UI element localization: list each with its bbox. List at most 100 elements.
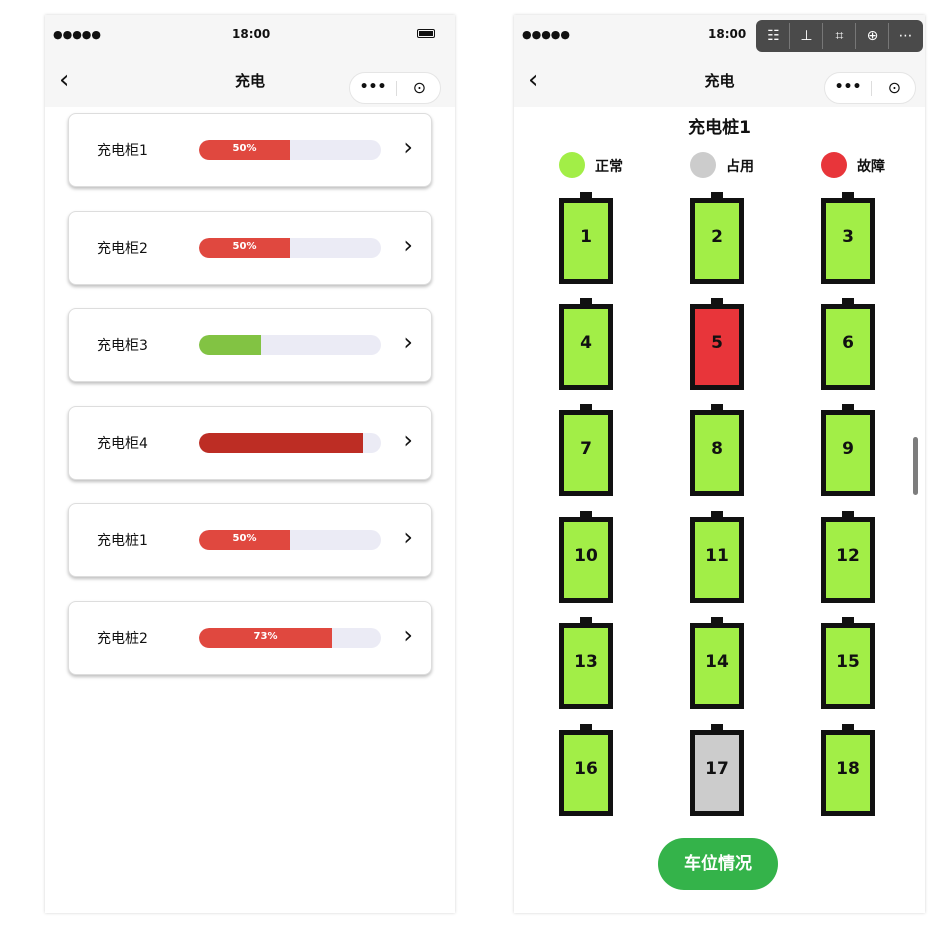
cabinet-label: 充电桩1 (97, 533, 148, 549)
cabinet-card[interactable]: 充电柜2 50% › (68, 211, 432, 285)
signal-indicator: ●●●●● (53, 28, 101, 41)
slot-number: 1 (580, 227, 592, 247)
charging-slot[interactable]: 3 (821, 192, 875, 284)
slot-number: 3 (842, 227, 854, 247)
legend-swatch (690, 152, 716, 178)
cabinet-label: 充电柜4 (97, 436, 148, 452)
progress-percent: 50% (232, 241, 257, 252)
cabinet-card[interactable]: 充电柜3 › (68, 308, 432, 382)
progress-percent: 50% (232, 143, 257, 154)
progress-fill: 73% (199, 628, 332, 648)
charging-slot[interactable]: 17 (690, 724, 744, 816)
progress-track: 50% (199, 238, 381, 258)
charging-list-screen: ●●●●● 18:00 ‹ 充电 ••• ⊙ 充电柜1 50% › 充电柜2 50% › 充… (45, 15, 455, 913)
slot-number: 4 (580, 333, 592, 353)
slot-number: 11 (705, 546, 729, 566)
mini-program-capsule: ••• ⊙ (349, 72, 441, 104)
status-time: 18:00 (232, 27, 271, 41)
charging-slot[interactable]: 13 (559, 617, 613, 709)
cabinet-card[interactable]: 充电桩2 73% › (68, 601, 432, 675)
slot-number: 12 (836, 546, 860, 566)
progress-fill: 50% (199, 140, 290, 160)
charging-pile-screen: ●●●●● 18:00 ‹ 充电 ••• ⊙ 充电桩1 正常 占用 故障 12345… (514, 15, 925, 913)
progress-track (199, 335, 381, 355)
progress-fill (199, 335, 261, 355)
slot-number: 13 (574, 652, 598, 672)
charging-slot[interactable]: 4 (559, 298, 613, 390)
cabinet-label: 充电桩2 (97, 631, 148, 647)
slot-number: 10 (574, 546, 598, 566)
more-icon[interactable]: ••• (825, 73, 871, 103)
chevron-right-icon: › (403, 231, 413, 259)
more-icon[interactable]: ⋯ (889, 20, 922, 52)
slot-number: 18 (836, 759, 860, 779)
charging-slot[interactable]: 7 (559, 404, 613, 496)
close-icon[interactable]: ⊙ (397, 73, 442, 103)
floating-toolbar: ☷ ⊥ ⌗ ⊕ ⋯ (756, 20, 923, 52)
legend-swatch (821, 152, 847, 178)
chevron-right-icon: › (403, 426, 413, 454)
cabinet-card[interactable]: 充电柜4 › (68, 406, 432, 480)
nav-bar: ‹ 充电 ••• ⊙ (514, 55, 925, 107)
slot-number: 9 (842, 439, 854, 459)
status-bar: ●●●●● 18:00 (45, 15, 455, 55)
legend-label: 故障 (857, 159, 885, 175)
charging-slot[interactable]: 2 (690, 192, 744, 284)
progress-track: 73% (199, 628, 381, 648)
progress-fill (199, 433, 363, 453)
cabinet-card[interactable]: 充电桩1 50% › (68, 503, 432, 577)
download-icon[interactable]: ⊕ (856, 20, 889, 52)
charging-slot[interactable]: 1 (559, 192, 613, 284)
slot-number: 15 (836, 652, 860, 672)
charging-slot[interactable]: 11 (690, 511, 744, 603)
charging-slot[interactable]: 18 (821, 724, 875, 816)
progress-percent: 73% (253, 631, 278, 642)
pin-icon[interactable]: ⊥ (790, 20, 823, 52)
cabinet-label: 充电柜3 (97, 338, 148, 354)
comment-icon[interactable]: ☷ (757, 20, 790, 52)
charging-slot[interactable]: 16 (559, 724, 613, 816)
slot-number: 5 (711, 333, 723, 353)
chevron-right-icon: › (403, 133, 413, 161)
slot-number: 6 (842, 333, 854, 353)
charging-slot[interactable]: 8 (690, 404, 744, 496)
slot-number: 16 (574, 759, 598, 779)
nav-bar: ‹ 充电 ••• ⊙ (45, 55, 455, 107)
progress-fill: 50% (199, 530, 290, 550)
slot-number: 8 (711, 439, 723, 459)
cabinet-label: 充电柜2 (97, 241, 148, 257)
cabinet-label: 充电柜1 (97, 143, 148, 159)
scrollbar[interactable] (913, 437, 918, 495)
progress-track: 50% (199, 140, 381, 160)
status-time: 18:00 (708, 27, 747, 41)
charging-slot[interactable]: 10 (559, 511, 613, 603)
section-title: 充电桩1 (688, 118, 751, 138)
signal-indicator: ●●●●● (522, 28, 570, 41)
charging-slot[interactable]: 9 (821, 404, 875, 496)
charging-slot[interactable]: 15 (821, 617, 875, 709)
slot-number: 2 (711, 227, 723, 247)
progress-percent: 50% (232, 533, 257, 544)
battery-icon (417, 29, 435, 38)
slot-number: 7 (580, 439, 592, 459)
more-icon[interactable]: ••• (350, 73, 396, 103)
charging-slot[interactable]: 6 (821, 298, 875, 390)
crop-icon[interactable]: ⌗ (823, 20, 856, 52)
parking-status-button[interactable]: 车位情况 (658, 838, 778, 890)
progress-fill: 50% (199, 238, 290, 258)
chevron-right-icon: › (403, 523, 413, 551)
progress-track: 50% (199, 530, 381, 550)
mini-program-capsule: ••• ⊙ (824, 72, 916, 104)
slot-number: 14 (705, 652, 729, 672)
slot-number: 17 (705, 759, 729, 779)
legend-label: 占用 (726, 159, 754, 175)
charging-slot[interactable]: 5 (690, 298, 744, 390)
legend-label: 正常 (595, 159, 623, 175)
charging-slot[interactable]: 12 (821, 511, 875, 603)
cabinet-card[interactable]: 充电柜1 50% › (68, 113, 432, 187)
progress-track (199, 433, 381, 453)
chevron-right-icon: › (403, 328, 413, 356)
chevron-right-icon: › (403, 621, 413, 649)
charging-slot[interactable]: 14 (690, 617, 744, 709)
close-icon[interactable]: ⊙ (872, 73, 917, 103)
